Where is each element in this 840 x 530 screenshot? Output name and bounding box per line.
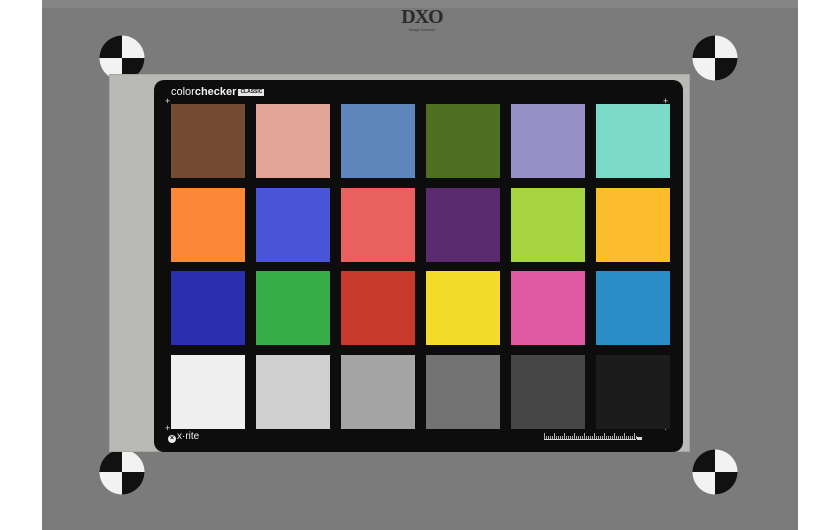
corner-cross-top-left: + [165, 96, 171, 106]
ruler-tick [590, 436, 591, 439]
patch-green [256, 271, 330, 345]
ruler-tick [582, 436, 583, 439]
ruler-tick [594, 433, 595, 439]
patch-neutral-6-5 [341, 354, 415, 429]
ruler-tick [628, 436, 629, 439]
ruler-tick [586, 436, 587, 439]
patch-dark-skin [171, 104, 245, 178]
ruler-tick [606, 436, 607, 439]
ruler-tick [624, 433, 625, 439]
registration-target-bottom-left [99, 449, 145, 495]
ruler-scale [544, 433, 642, 440]
ruler-tick [632, 436, 633, 439]
patch-orange-yellow [596, 187, 670, 262]
brand-bold: checker [194, 86, 237, 98]
dxo-logo: DXO Image Science [398, 7, 446, 33]
patch-blue-sky [341, 104, 415, 178]
dxo-logo-mark: DXO [401, 6, 443, 28]
ruler-tick [604, 433, 605, 439]
ruler-tick [612, 436, 613, 439]
ruler-tick [576, 436, 577, 439]
ruler-tick [550, 436, 551, 439]
patch-orange [171, 187, 245, 262]
ruler-tick [560, 436, 561, 439]
ruler-tick [592, 436, 593, 439]
patch-bluish-green [596, 104, 670, 178]
brand-regular: color [171, 86, 195, 98]
ruler-tick [616, 436, 617, 439]
ruler-tick [568, 436, 569, 439]
color-patch-grid [171, 104, 670, 429]
ruler-tick [566, 436, 567, 439]
brand-badge: CLASSIC [238, 89, 265, 96]
patch-yellow [426, 271, 500, 345]
ruler-tick [620, 436, 621, 439]
ruler-tick [610, 436, 611, 439]
patch-magenta [511, 271, 585, 345]
ruler-tick [588, 436, 589, 439]
ruler-tick [636, 436, 637, 439]
ruler-tick [544, 433, 545, 439]
patch-blue-flower [511, 104, 585, 178]
registration-target-bottom-right [692, 449, 738, 495]
ruler-tick [546, 436, 547, 439]
patch-red [341, 271, 415, 345]
ruler-tick [618, 436, 619, 439]
ruler-tick [574, 433, 575, 439]
patch-neutral-3-5 [511, 354, 585, 429]
ruler-tick [570, 436, 571, 439]
ruler-tick [562, 436, 563, 439]
xrite-logo: × x·rite [168, 431, 199, 443]
ruler-tick [622, 436, 623, 439]
registration-target-top-right [692, 35, 738, 81]
patch-neutral-8 [256, 354, 330, 429]
xrite-icon: × [168, 435, 176, 443]
ruler-tick [554, 433, 555, 439]
ruler-tick [584, 433, 585, 439]
ruler-tick [556, 436, 557, 439]
patch-neutral-5 [426, 354, 500, 429]
patch-purplish-blue [256, 187, 330, 262]
ruler-tick [614, 433, 615, 439]
patch-light-skin [256, 104, 330, 178]
ruler-tick [580, 436, 581, 439]
ruler-tick [552, 436, 553, 439]
ruler-tick [608, 436, 609, 439]
ruler-tick [548, 436, 549, 439]
ruler-tick [630, 436, 631, 439]
patch-white [171, 354, 245, 429]
xrite-label: x·rite [177, 431, 200, 442]
ruler-tick [626, 436, 627, 439]
patch-black [596, 354, 670, 429]
ruler-tick [600, 436, 601, 439]
patch-cyan [596, 271, 670, 345]
colorchecker-brand: colorchecker CLASSIC [171, 86, 265, 98]
patch-purple [426, 187, 500, 262]
ruler-tick [578, 436, 579, 439]
patch-foliage [426, 104, 500, 178]
ruler-tick [602, 436, 603, 439]
patch-moderate-red [341, 187, 415, 262]
patch-blue [171, 271, 245, 345]
ruler-tick [596, 436, 597, 439]
patch-yellow-green [511, 187, 585, 262]
ruler-tick [634, 433, 635, 439]
ruler-tick [572, 436, 573, 439]
ruler-tick [558, 436, 559, 439]
ruler-tick [598, 436, 599, 439]
colorchecker-card: colorcheckerCLASSIC + + + + ×x·rite [154, 80, 683, 452]
ruler-tick [564, 433, 565, 439]
